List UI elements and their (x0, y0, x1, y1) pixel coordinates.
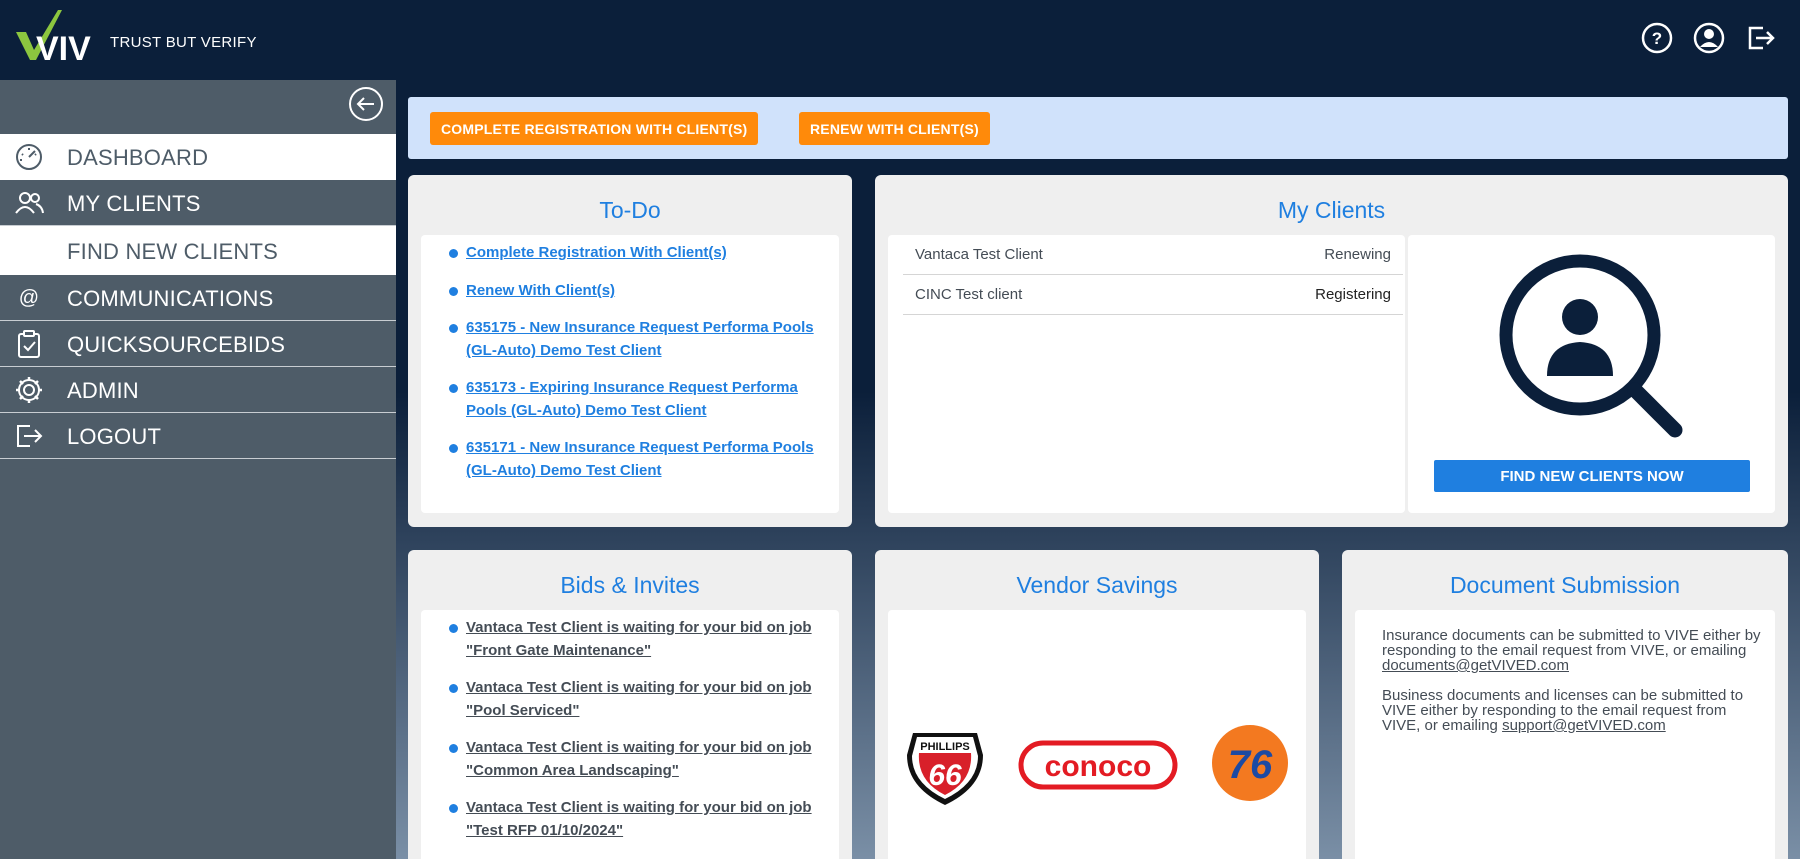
bid-client-link[interactable]: Vantaca Test Client (466, 799, 602, 816)
client-status: Renewing (1324, 246, 1391, 263)
bid-client-link[interactable]: Vantaca Test Client (466, 739, 602, 756)
top-bar: VIVE TRUST BUT VERIFY ? (0, 0, 1800, 80)
logout-icon[interactable] (1745, 22, 1777, 54)
my-clients-title: My Clients (1277, 197, 1386, 223)
sidebar-item-label: DASHBOARD (67, 145, 209, 170)
my-clients-card: My Clients Vantaca Test Client Renewing … (875, 175, 1788, 527)
logo-text: VIVE (36, 30, 92, 62)
bids-panel: Vantaca Test Client is waiting for your … (421, 610, 839, 859)
list-item[interactable]: Vantaca Test Client is waiting for your … (449, 796, 825, 842)
sidebar-item-logout[interactable]: LOGOUT (0, 413, 396, 459)
business-docs-text: Business documents and licenses can be s… (1382, 687, 1744, 734)
phillips-text: PHILLIPS (920, 741, 970, 753)
sidebar-item-label: MY CLIENTS (67, 191, 201, 216)
list-item[interactable]: 635173 - Expiring Insurance Request Perf… (449, 376, 825, 422)
list-item[interactable]: 635175 - New Insurance Request Performa … (449, 316, 825, 362)
sidebar-item-admin[interactable]: ADMIN (0, 367, 396, 413)
gear-icon (16, 377, 42, 403)
vendor-logos-panel: PHILLIPS 66 conoco 76 (888, 610, 1306, 859)
76-logo[interactable]: 76 (1211, 724, 1293, 806)
insurance-docs-text: Insurance documents can be submitted to … (1382, 627, 1761, 674)
bid-client-link[interactable]: Vantaca Test Client (466, 679, 602, 696)
main-content: COMPLETE REGISTRATION WITH CLIENT(S) REN… (396, 80, 1800, 859)
svg-text:@: @ (19, 287, 40, 309)
documents-email-link[interactable]: documents@getVIVED.com (1382, 657, 1569, 674)
todo-link[interactable]: 635171 - New Insurance Request Performa … (466, 439, 814, 479)
complete-registration-button[interactable]: COMPLETE REGISTRATION WITH CLIENT(S) (430, 112, 759, 145)
at-sign-icon: @ (19, 287, 40, 309)
sidebar-item-label: QUICKSOURCEBIDS (67, 332, 286, 357)
clients-list-panel: Vantaca Test Client Renewing CINC Test c… (888, 235, 1405, 513)
sidebar-item-dashboard[interactable]: DASHBOARD (0, 134, 396, 180)
sidebar-item-label: FIND NEW CLIENTS (67, 239, 278, 264)
sidebar-item-communications[interactable]: @ COMMUNICATIONS (0, 275, 396, 321)
vendor-savings-title: Vendor Savings (1016, 572, 1178, 598)
sidebar-item-my-clients[interactable]: MY CLIENTS (0, 180, 396, 226)
users-icon (15, 192, 44, 214)
logout-icon (17, 425, 43, 447)
document-info-panel: Insurance documents can be submitted to … (1355, 610, 1775, 859)
client-name: CINC Test client (915, 286, 1023, 303)
document-submission-title: Document Submission (1449, 572, 1681, 598)
list-item[interactable]: Complete Registration With Client(s) (449, 241, 825, 264)
todo-link[interactable]: 635173 - Expiring Insurance Request Perf… (466, 379, 798, 419)
client-name: Vantaca Test Client (915, 246, 1043, 263)
vive-logo[interactable]: VIVE (14, 10, 92, 62)
sidebar-item-label: ADMIN (67, 378, 139, 403)
list-item[interactable]: Vantaca Test Client is waiting for your … (449, 616, 825, 662)
list-item[interactable]: Vantaca Test Client is waiting for your … (449, 676, 825, 722)
sidebar-item-label: LOGOUT (67, 424, 162, 449)
todo-panel: Complete Registration With Client(s) Ren… (421, 235, 839, 513)
todo-card: To-Do Complete Registration With Client(… (408, 175, 852, 527)
sidebar-item-label: COMMUNICATIONS (67, 286, 274, 311)
renew-button[interactable]: RENEW WITH CLIENT(S) (799, 112, 990, 145)
clipboard-check-icon (18, 330, 40, 358)
collapse-sidebar-icon[interactable] (348, 86, 384, 122)
list-item[interactable]: 635171 - New Insurance Request Performa … (449, 436, 825, 482)
bids-title: Bids & Invites (560, 572, 700, 598)
list-item[interactable]: Vantaca Test Client is waiting for your … (449, 736, 825, 782)
tagline: TRUST BUT VERIFY (110, 34, 257, 51)
phillips-number: 66 (928, 759, 962, 792)
bid-client-link[interactable]: Vantaca Test Client (466, 619, 602, 636)
dashboard-gauge-icon (16, 144, 42, 170)
phillips-66-logo[interactable]: PHILLIPS 66 (903, 725, 987, 809)
list-item[interactable]: Renew With Client(s) (449, 279, 825, 302)
table-row[interactable]: Vantaca Test Client Renewing (903, 235, 1403, 275)
todo-link[interactable]: 635175 - New Insurance Request Performa … (466, 319, 814, 359)
todo-link[interactable]: Renew With Client(s) (466, 282, 615, 299)
conoco-logo[interactable]: conoco (1018, 740, 1178, 790)
vendor-savings-card: Vendor Savings PHILLIPS 66 conoco 76 (875, 550, 1319, 859)
help-icon[interactable]: ? (1641, 22, 1673, 54)
client-status: Registering (1315, 286, 1391, 303)
todo-title: To-Do (599, 197, 661, 223)
conoco-text: conoco (1045, 750, 1152, 783)
todo-link[interactable]: Complete Registration With Client(s) (466, 244, 727, 261)
table-row[interactable]: CINC Test client Registering (903, 275, 1403, 315)
76-text: 76 (1228, 743, 1273, 787)
user-profile-icon[interactable] (1693, 22, 1725, 54)
search-user-icon (1499, 254, 1683, 438)
action-banner: COMPLETE REGISTRATION WITH CLIENT(S) REN… (408, 97, 1788, 159)
bids-card: Bids & Invites Vantaca Test Client is wa… (408, 550, 852, 859)
sidebar-item-quicksourcebids[interactable]: QUICKSOURCEBIDS (0, 321, 396, 367)
find-new-clients-button[interactable]: FIND NEW CLIENTS NOW (1434, 460, 1750, 492)
sidebar-item-find-new-clients[interactable]: FIND NEW CLIENTS (0, 226, 396, 275)
sidebar: DASHBOARD MY CLIENTS FIND NEW CLIENTS @ … (0, 80, 396, 859)
document-submission-card: Document Submission Insurance documents … (1342, 550, 1788, 859)
find-clients-panel: FIND NEW CLIENTS NOW (1408, 235, 1775, 513)
support-email-link[interactable]: support@getVIVED.com (1502, 717, 1666, 734)
svg-text:?: ? (1652, 29, 1662, 48)
